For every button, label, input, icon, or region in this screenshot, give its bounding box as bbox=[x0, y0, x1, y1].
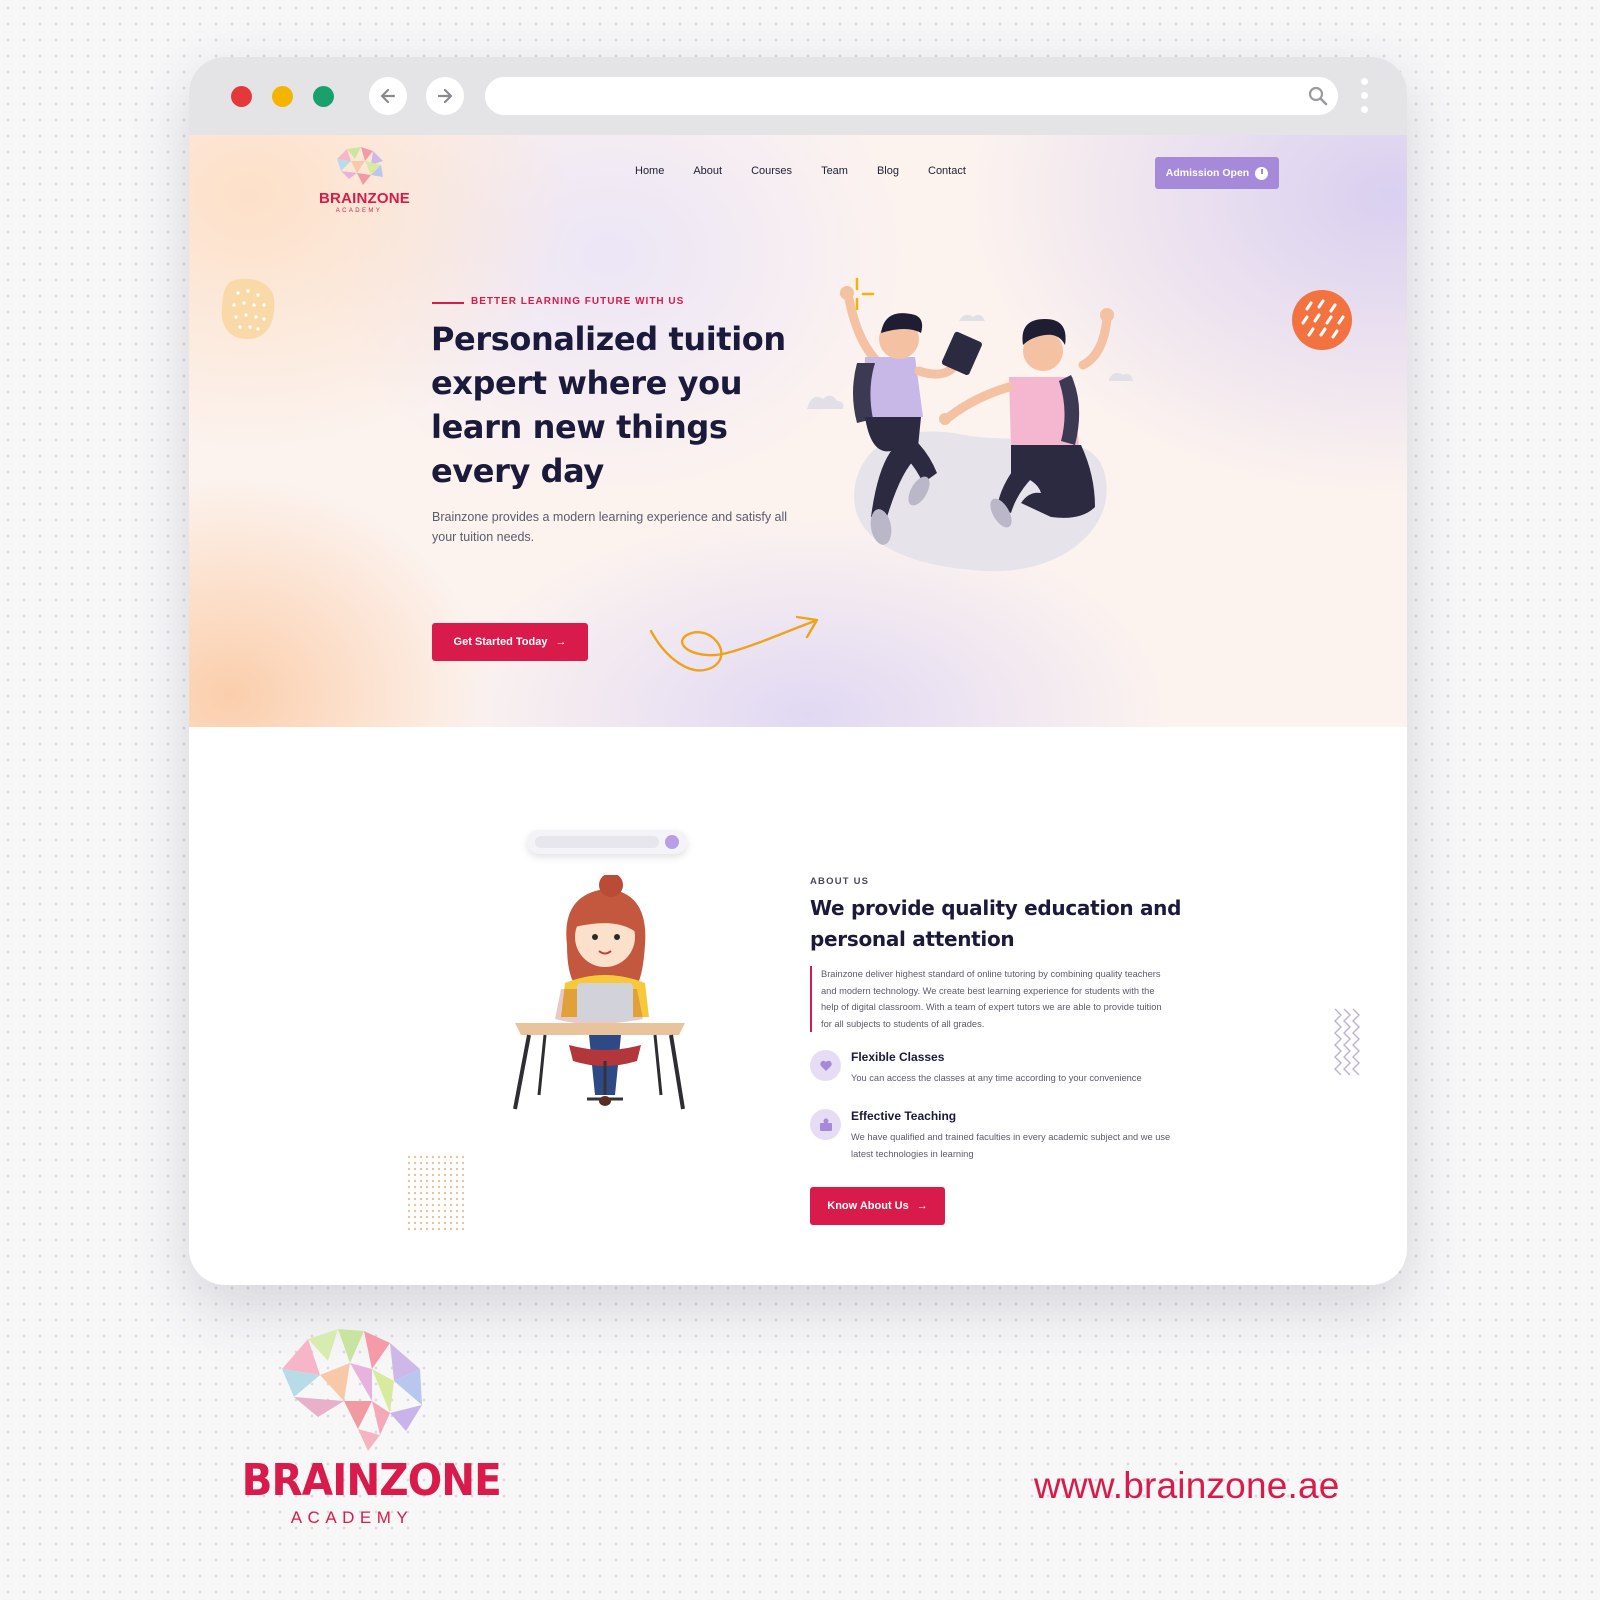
nav-blog[interactable]: Blog bbox=[877, 165, 899, 177]
search-pill-graphic bbox=[527, 830, 687, 854]
search-icon bbox=[665, 835, 679, 849]
main-nav: Home About Courses Team Blog Contact bbox=[635, 165, 995, 177]
sprinkle-circle-icon bbox=[1292, 290, 1352, 350]
hero-section: BRAINZONE ACADEMY Home About Courses Tea… bbox=[189, 135, 1407, 727]
hero-eyebrow: BETTER LEARNING FUTURE WITH US bbox=[471, 296, 685, 307]
nav-home[interactable]: Home bbox=[635, 165, 664, 177]
students-jumping-illustration bbox=[807, 277, 1133, 572]
arrow-right-icon: → bbox=[555, 636, 567, 648]
get-started-button[interactable]: Get Started Today → bbox=[432, 623, 588, 661]
logo-sub-text: ACADEMY bbox=[335, 208, 383, 214]
arrow-left-icon bbox=[380, 88, 396, 104]
website-page: BRAINZONE ACADEMY Home About Courses Tea… bbox=[189, 135, 1407, 1285]
back-button[interactable] bbox=[369, 77, 407, 115]
address-bar[interactable] bbox=[485, 77, 1338, 115]
hero-description: Brainzone provides a modern learning exp… bbox=[432, 510, 788, 544]
maximize-window-dot[interactable] bbox=[313, 86, 334, 107]
know-about-us-button[interactable]: Know About Us → bbox=[810, 1187, 945, 1225]
logo-brand-text: BRAINZONE bbox=[319, 190, 410, 207]
about-eyebrow: ABOUT US bbox=[810, 876, 870, 887]
close-window-dot[interactable] bbox=[231, 86, 252, 107]
heart-hands-icon bbox=[810, 1050, 841, 1081]
know-about-us-label: Know About Us bbox=[827, 1200, 909, 1212]
feature-description: You can access the classes at any time a… bbox=[851, 1073, 1142, 1083]
admission-label: Admission Open bbox=[1165, 167, 1250, 179]
browser-window: BRAINZONE ACADEMY Home About Courses Tea… bbox=[189, 57, 1407, 1285]
brain-logo-icon bbox=[282, 1329, 422, 1451]
get-started-label: Get Started Today bbox=[453, 636, 548, 648]
nav-about[interactable]: About bbox=[693, 165, 722, 177]
sprinkle-blob-icon bbox=[221, 278, 275, 339]
search-icon[interactable] bbox=[1308, 86, 1328, 106]
about-text: Brainzone deliver highest standard of on… bbox=[810, 966, 1170, 1032]
footer-logo-sub: ACADEMY bbox=[290, 1508, 414, 1527]
arrow-right-icon bbox=[437, 88, 453, 104]
nav-contact[interactable]: Contact bbox=[928, 165, 966, 177]
hero-title: Personalized tuition expert where you le… bbox=[431, 320, 786, 490]
about-title: We provide quality education and persona… bbox=[810, 896, 1182, 951]
nav-courses[interactable]: Courses bbox=[751, 165, 792, 177]
kebab-menu-icon[interactable] bbox=[1359, 75, 1369, 117]
feature-title: Effective Teaching bbox=[851, 1109, 957, 1123]
forward-button[interactable] bbox=[426, 77, 464, 115]
minimize-window-dot[interactable] bbox=[272, 86, 293, 107]
browser-toolbar bbox=[189, 57, 1407, 135]
student-laptop-illustration bbox=[513, 875, 685, 1110]
brand-logo-large: BRAINZONE ACADEMY bbox=[232, 1325, 502, 1528]
brain-logo-icon bbox=[337, 147, 383, 185]
clock-icon bbox=[1255, 166, 1269, 180]
admission-open-button[interactable]: Admission Open bbox=[1155, 157, 1279, 189]
nav-team[interactable]: Team bbox=[821, 165, 848, 177]
arrow-right-icon: → bbox=[916, 1200, 928, 1212]
squiggle-arrow-icon bbox=[649, 615, 819, 672]
eyebrow-line bbox=[432, 302, 464, 304]
feature-description: We have qualified and trained faculties … bbox=[851, 1132, 1171, 1159]
dot-grid-decoration bbox=[407, 1155, 467, 1231]
feature-title: Flexible Classes bbox=[851, 1050, 945, 1064]
header-logo[interactable]: BRAINZONE ACADEMY bbox=[319, 145, 410, 214]
footer-logo-brand: BRAINZONE bbox=[241, 1455, 502, 1506]
teacher-icon bbox=[810, 1109, 841, 1140]
zigzag-decoration bbox=[1334, 1008, 1360, 1076]
website-url[interactable]: www.brainzone.ae bbox=[1034, 1465, 1340, 1507]
